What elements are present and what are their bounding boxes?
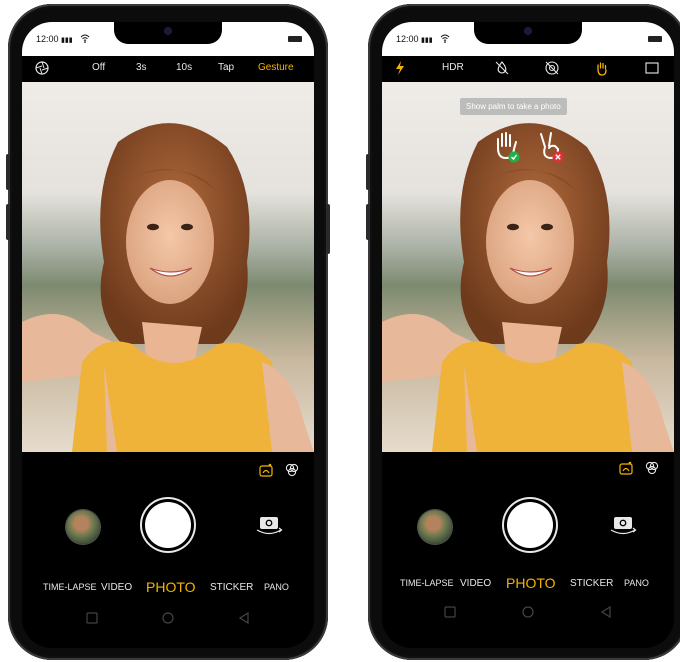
phone-left: 12:00 ▮▮▮ Off 3s 10s Tap Gesture TIME-LA… — [6, 4, 330, 660]
timer-10s-option[interactable]: 10s — [176, 62, 192, 73]
aperture-icon[interactable] — [34, 60, 50, 76]
selfie-photo — [22, 123, 314, 452]
filter-icon[interactable] — [284, 462, 300, 478]
peace-rejected-icon — [540, 132, 564, 163]
filter-off-icon[interactable] — [544, 60, 560, 76]
filter-icon[interactable] — [644, 460, 660, 476]
gesture-hint-toast: Show palm to take a photo — [460, 98, 567, 115]
switch-camera-icon[interactable] — [608, 514, 638, 536]
timer-bar: Off 3s 10s Tap Gesture — [22, 56, 314, 82]
mode-time-lapse[interactable]: TIME-LAPSE — [400, 578, 454, 588]
timer-off-option[interactable]: Off — [92, 62, 105, 73]
camera-controls: TIME-LAPSE VIDEO PHOTO STICKER PANO — [22, 452, 314, 648]
recent-apps-icon[interactable] — [86, 612, 98, 624]
shutter-button[interactable] — [507, 502, 553, 548]
status-time: 12:00 ▮▮▮ — [36, 34, 73, 44]
wifi-icon — [80, 34, 90, 43]
mode-photo[interactable]: PHOTO — [146, 579, 196, 595]
notch — [474, 22, 582, 44]
camera-settings-bar: HDR — [382, 56, 674, 82]
palm-accepted-icon — [497, 132, 520, 163]
beauty-drop-icon[interactable] — [494, 60, 510, 76]
mode-sticker[interactable]: STICKER — [570, 578, 613, 589]
volume-button — [6, 154, 10, 190]
mode-sticker[interactable]: STICKER — [210, 582, 253, 593]
timer-gesture-option[interactable]: Gesture — [258, 62, 294, 73]
home-icon[interactable] — [522, 606, 534, 618]
notch — [114, 22, 222, 44]
front-camera — [524, 27, 532, 35]
home-icon[interactable] — [162, 612, 174, 624]
mode-video[interactable]: VIDEO — [460, 578, 491, 589]
mode-pano[interactable]: PANO — [624, 578, 649, 588]
mode-time-lapse[interactable]: TIME-LAPSE — [43, 582, 97, 592]
camera-screen: 12:00 ▮▮▮ HDR Show palm to take a photo … — [382, 22, 674, 648]
gallery-thumbnail[interactable] — [66, 510, 100, 544]
switch-camera-icon[interactable] — [254, 514, 284, 536]
status-bar: 12:00 ▮▮▮ — [382, 22, 674, 56]
mode-video[interactable]: VIDEO — [101, 582, 132, 593]
timer-tap-option[interactable]: Tap — [218, 62, 234, 73]
shutter-button[interactable] — [145, 502, 191, 548]
power-button — [326, 204, 330, 254]
hdr-icon[interactable]: HDR — [442, 62, 464, 73]
camera-controls: TIME-LAPSE VIDEO PHOTO STICKER PANO — [382, 452, 674, 648]
beauty-mode-icon[interactable] — [618, 460, 634, 476]
camera-viewfinder[interactable] — [22, 82, 314, 452]
mode-photo[interactable]: PHOTO — [506, 575, 556, 591]
beauty-mode-icon[interactable] — [258, 462, 274, 478]
camera-viewfinder[interactable]: Show palm to take a photo — [382, 82, 674, 452]
wifi-icon — [440, 34, 450, 43]
volume-button — [366, 204, 370, 240]
front-camera — [164, 27, 172, 35]
phone-right: 12:00 ▮▮▮ HDR Show palm to take a photo … — [366, 4, 680, 660]
back-icon[interactable] — [238, 612, 250, 624]
camera-screen: 12:00 ▮▮▮ Off 3s 10s Tap Gesture TIME-LA… — [22, 22, 314, 648]
flash-icon[interactable] — [392, 60, 408, 76]
volume-button — [6, 204, 10, 240]
status-bar: 12:00 ▮▮▮ — [22, 22, 314, 56]
aspect-ratio-icon[interactable] — [644, 60, 660, 76]
selfie-photo — [382, 123, 674, 452]
volume-button — [366, 154, 370, 190]
battery-icon — [648, 36, 662, 42]
palm-gesture-icon[interactable] — [594, 60, 610, 76]
timer-3s-option[interactable]: 3s — [136, 62, 147, 73]
gallery-thumbnail[interactable] — [418, 510, 452, 544]
back-icon[interactable] — [600, 606, 612, 618]
status-time: 12:00 ▮▮▮ — [396, 34, 433, 44]
mode-pano[interactable]: PANO — [264, 582, 289, 592]
battery-icon — [288, 36, 302, 42]
recent-apps-icon[interactable] — [444, 606, 456, 618]
